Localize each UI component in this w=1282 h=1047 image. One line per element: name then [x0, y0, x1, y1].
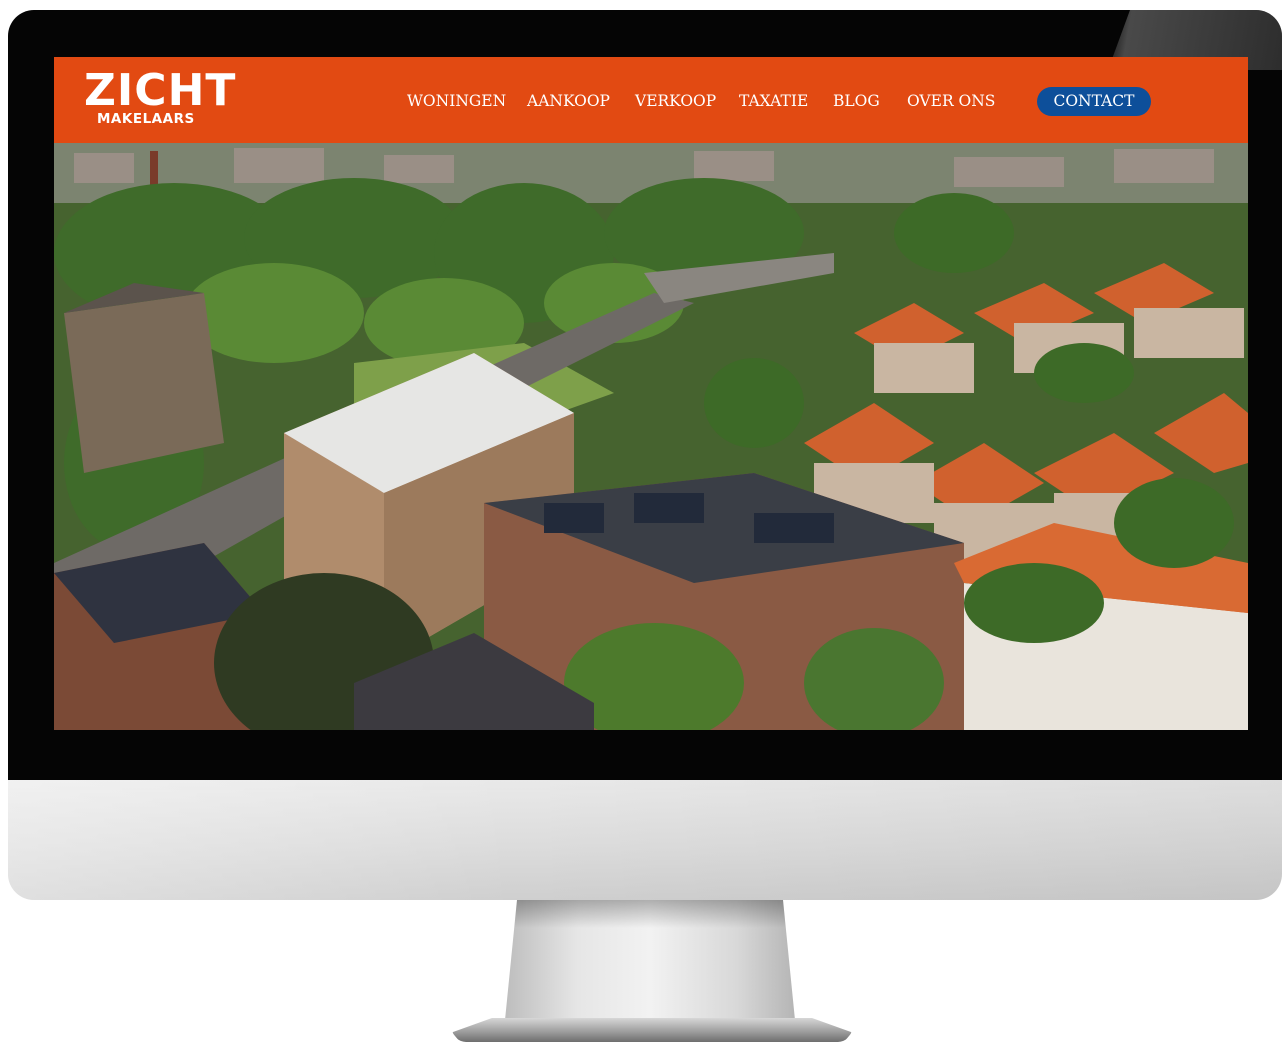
monitor-chin: [8, 780, 1282, 900]
monitor-stand: [505, 900, 795, 1020]
stand-shadow: [505, 900, 795, 928]
nav-item-blog[interactable]: BLOG: [833, 92, 880, 110]
monitor-mockup: ZICHT MAKELAARS WONINGEN AANKOOP VERKOOP…: [0, 0, 1282, 1047]
aerial-neighborhood-illustration: [54, 143, 1248, 730]
contact-button[interactable]: CONTACT: [1037, 87, 1151, 116]
site-header: ZICHT MAKELAARS WONINGEN AANKOOP VERKOOP…: [54, 57, 1248, 143]
nav-item-over-ons[interactable]: OVER ONS: [907, 92, 995, 110]
nav-item-aankoop[interactable]: AANKOOP: [527, 92, 610, 110]
monitor-stand-foot: [452, 1018, 852, 1042]
nav-item-woningen[interactable]: WONINGEN: [407, 92, 506, 110]
logo-subtitle: MAKELAARS: [97, 111, 195, 127]
logo-wordmark: ZICHT: [84, 65, 237, 116]
website-screen: ZICHT MAKELAARS WONINGEN AANKOOP VERKOOP…: [54, 57, 1248, 730]
chin-shading: [8, 780, 1282, 900]
nav-item-taxatie[interactable]: TAXATIE: [739, 92, 808, 110]
hero-image: [54, 143, 1248, 730]
nav-item-verkoop[interactable]: VERKOOP: [635, 92, 716, 110]
brand-logo[interactable]: ZICHT MAKELAARS: [84, 65, 237, 131]
